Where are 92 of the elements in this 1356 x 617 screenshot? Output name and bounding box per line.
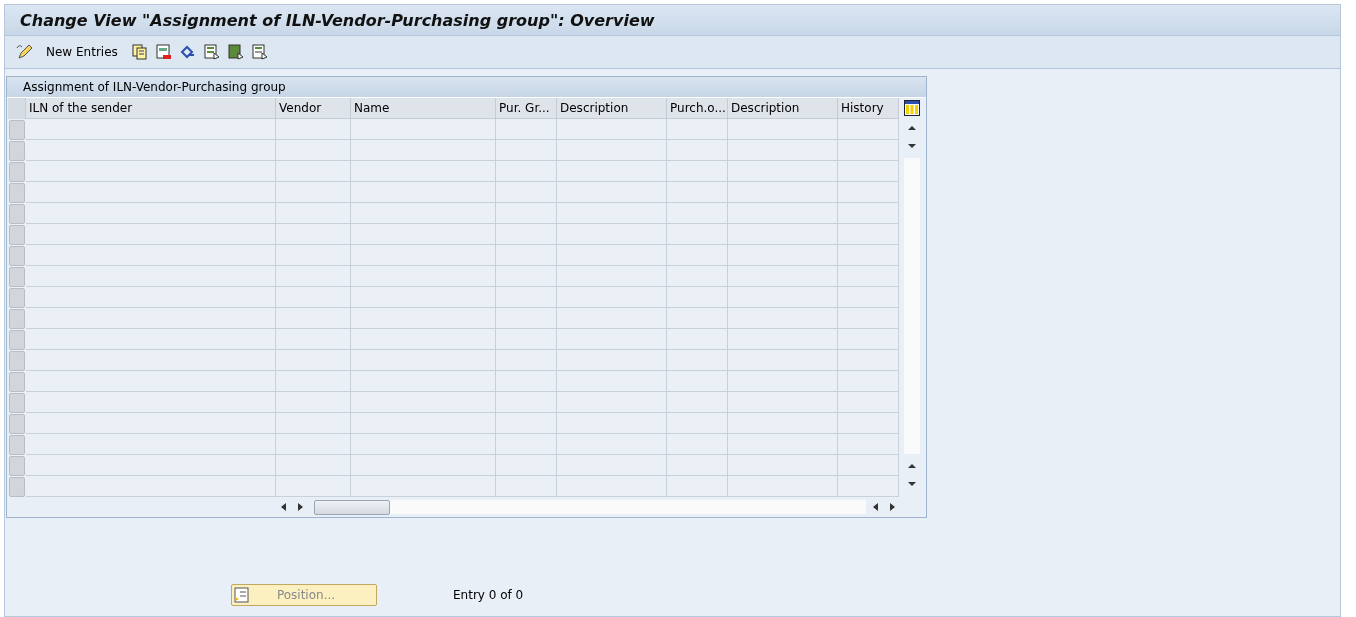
table-cell: [496, 161, 557, 182]
row-selector[interactable]: [9, 372, 25, 392]
table-title: Assignment of ILN-Vendor-Purchasing group: [7, 77, 926, 98]
row-selector[interactable]: [9, 435, 25, 455]
table-cell: [838, 392, 899, 413]
column-header[interactable]: Vendor: [276, 98, 351, 119]
table-cell: [838, 161, 899, 182]
table-cell: [838, 455, 899, 476]
table-cell: [496, 182, 557, 203]
table-cell: [838, 308, 899, 329]
row-selector[interactable]: [9, 225, 25, 245]
table-cell: [838, 434, 899, 455]
table-cell: [496, 245, 557, 266]
row-selector[interactable]: [9, 141, 25, 161]
column-header[interactable]: Pur. Gr...: [496, 98, 557, 119]
table-cell: [496, 266, 557, 287]
table-cell: [838, 287, 899, 308]
table-cell: [667, 350, 728, 371]
row-selector[interactable]: [9, 414, 25, 434]
table-cell: [838, 371, 899, 392]
column-header[interactable]: ILN of the sender: [26, 98, 276, 119]
table-cell: [496, 371, 557, 392]
column-settings-icon[interactable]: [904, 100, 920, 116]
row-selector[interactable]: [9, 162, 25, 182]
table-cell: [667, 476, 728, 497]
row-selector[interactable]: [9, 288, 25, 308]
new-entries-button[interactable]: New Entries: [42, 45, 122, 59]
row-selector[interactable]: [9, 309, 25, 329]
column-header[interactable]: History: [838, 98, 899, 119]
table-cell: [667, 434, 728, 455]
table-cell: [838, 224, 899, 245]
row-selector[interactable]: [9, 267, 25, 287]
table-cell: [667, 329, 728, 350]
table-cell: [667, 161, 728, 182]
row-selector[interactable]: [9, 246, 25, 266]
list-pointer-icon: [234, 587, 250, 603]
table-cell: [667, 413, 728, 434]
table-cell: [838, 329, 899, 350]
horizontal-scrollbar[interactable]: [314, 500, 866, 514]
table-cell: [667, 119, 728, 140]
table-cell: [496, 308, 557, 329]
table-cell: [496, 224, 557, 245]
row-selector[interactable]: [9, 477, 25, 497]
table-cell: [667, 245, 728, 266]
pencil-icon[interactable]: [16, 43, 34, 61]
column-header[interactable]: Name: [351, 98, 496, 119]
row-selector[interactable]: [9, 393, 25, 413]
entry-count: Entry 0 of 0: [453, 588, 524, 602]
table-cell: [667, 140, 728, 161]
table-cell: [667, 308, 728, 329]
row-selector[interactable]: [9, 330, 25, 350]
table-cell: [838, 203, 899, 224]
table-cell: [838, 266, 899, 287]
table-cell: [667, 371, 728, 392]
table-cell: [496, 434, 557, 455]
column-header[interactable]: Description: [557, 98, 667, 119]
table-cell: [667, 203, 728, 224]
table-cell: [667, 224, 728, 245]
table-cell: [838, 245, 899, 266]
row-selector[interactable]: [9, 456, 25, 476]
scroll-thumb[interactable]: [314, 500, 390, 515]
table-cell: [667, 266, 728, 287]
table-cell: [667, 392, 728, 413]
table-cell: [496, 140, 557, 161]
table-cell: [496, 455, 557, 476]
table-cell: [838, 182, 899, 203]
table-cell: [496, 392, 557, 413]
row-selector[interactable]: [9, 120, 25, 140]
table-cell: [667, 455, 728, 476]
table-cell: [838, 413, 899, 434]
table-cell: [496, 413, 557, 434]
table-cell: [496, 329, 557, 350]
copy-icon[interactable]: [131, 44, 148, 60]
table-cell: [838, 140, 899, 161]
table-cell: [496, 203, 557, 224]
row-selector[interactable]: [9, 351, 25, 371]
window-title: Change View "Assignment of ILN-Vendor-Purchasing group": Overview: [20, 10, 655, 30]
table-cell: [667, 287, 728, 308]
table-cell: [838, 476, 899, 497]
table-cell: [838, 350, 899, 371]
table-cell: [496, 287, 557, 308]
column-header[interactable]: Purch.o...: [667, 98, 728, 119]
table-cell: [496, 119, 557, 140]
row-selector[interactable]: [9, 183, 25, 203]
table-cell: [496, 476, 557, 497]
table-cell: [667, 182, 728, 203]
table-cell: [838, 119, 899, 140]
row-selector[interactable]: [9, 204, 25, 224]
select-all-cell[interactable]: [8, 98, 26, 119]
column-header[interactable]: Description: [728, 98, 838, 119]
table-cell: [496, 350, 557, 371]
delete-icon[interactable]: [155, 44, 172, 60]
